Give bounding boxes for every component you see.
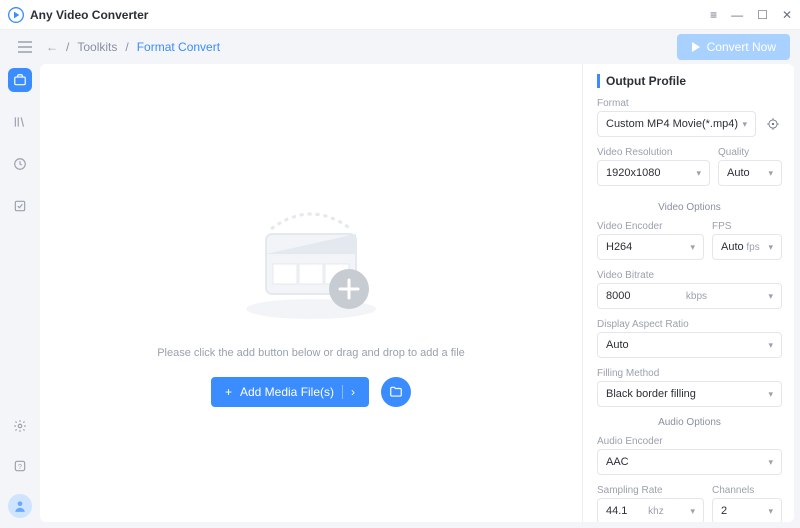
empty-illustration [221, 179, 401, 329]
logo-icon [8, 7, 24, 23]
user-icon [13, 499, 27, 513]
sidebar: ? [0, 64, 40, 528]
chevron-down-icon: ▾ [768, 506, 773, 517]
sidebar-item-toolkit[interactable] [8, 68, 32, 92]
reset-profile-button[interactable] [764, 111, 782, 137]
video-bitrate-label: Video Bitrate [597, 270, 782, 281]
video-encoder-label: Video Encoder [597, 221, 704, 232]
audio-options-title: Audio Options [597, 417, 782, 428]
minimize-icon[interactable]: — [731, 9, 743, 21]
app-title: Any Video Converter [30, 8, 148, 22]
quality-select[interactable]: Auto▾ [718, 160, 782, 186]
channels-label: Channels [712, 485, 782, 496]
output-profile-panel: Output Profile Format Custom MP4 Movie(*… [582, 64, 794, 522]
app-logo: Any Video Converter [8, 7, 148, 23]
play-icon [691, 42, 701, 52]
close-icon[interactable]: ✕ [782, 9, 792, 21]
plus-icon: + [225, 385, 232, 399]
target-icon [766, 117, 780, 131]
chevron-down-icon: ▾ [768, 168, 773, 179]
chevron-down-icon: ▾ [768, 242, 773, 253]
quality-label: Quality [718, 147, 782, 158]
sampling-label: Sampling Rate [597, 485, 704, 496]
sidebar-item-history[interactable] [8, 152, 32, 176]
chevron-down-icon: ▾ [696, 168, 701, 179]
audio-encoder-label: Audio Encoder [597, 436, 782, 447]
chevron-down-icon: ▾ [690, 242, 695, 253]
filling-label: Filling Method [597, 368, 782, 379]
sidebar-item-library[interactable] [8, 110, 32, 134]
video-bitrate-select[interactable]: 8000kbps▾ [597, 283, 782, 309]
chevron-down-icon: ▾ [768, 291, 773, 302]
check-square-icon [13, 199, 27, 213]
drop-area[interactable]: Please click the add button below or dra… [40, 64, 582, 522]
sidebar-item-tasks[interactable] [8, 194, 32, 218]
library-icon [13, 115, 27, 129]
titlebar: Any Video Converter ≡ — ☐ ✕ [0, 0, 800, 30]
fps-select[interactable]: Autofps▾ [712, 234, 782, 260]
fps-label: FPS [712, 221, 782, 232]
gear-icon [13, 419, 27, 433]
resolution-label: Video Resolution [597, 147, 710, 158]
aspect-label: Display Aspect Ratio [597, 319, 782, 330]
chevron-down-icon: ▾ [768, 340, 773, 351]
back-icon[interactable]: ← [46, 40, 58, 54]
add-media-button[interactable]: + Add Media File(s) › [211, 377, 369, 407]
user-avatar[interactable] [8, 494, 32, 518]
format-label: Format [597, 98, 756, 109]
chevron-right-icon: › [342, 385, 355, 399]
filling-select[interactable]: Black border filling▾ [597, 381, 782, 407]
sidebar-item-settings[interactable] [8, 414, 32, 438]
topbar: ← / Toolkits / Format Convert Convert No… [0, 30, 800, 64]
drop-hint: Please click the add button below or dra… [157, 347, 465, 359]
video-encoder-select[interactable]: H264▾ [597, 234, 704, 260]
breadcrumb-root[interactable]: Toolkits [77, 40, 117, 54]
menu-icon[interactable]: ≡ [710, 9, 717, 21]
briefcase-icon [13, 73, 27, 87]
chevron-down-icon: ▾ [742, 119, 747, 130]
main-area: Please click the add button below or dra… [40, 64, 794, 522]
window-controls: ≡ — ☐ ✕ [710, 9, 792, 21]
format-select[interactable]: Custom MP4 Movie(*.mp4) ▾ [597, 111, 756, 137]
add-row: + Add Media File(s) › [211, 377, 411, 407]
hamburger-icon[interactable] [18, 41, 32, 53]
convert-now-button[interactable]: Convert Now [677, 34, 790, 60]
maximize-icon[interactable]: ☐ [757, 9, 768, 21]
audio-encoder-select[interactable]: AAC▾ [597, 449, 782, 475]
folder-icon [389, 385, 403, 399]
help-icon: ? [13, 459, 27, 473]
aspect-select[interactable]: Auto▾ [597, 332, 782, 358]
breadcrumb: ← / Toolkits / Format Convert [46, 40, 220, 54]
svg-text:?: ? [18, 464, 22, 471]
channels-select[interactable]: 2▾ [712, 498, 782, 522]
chevron-down-icon: ▾ [768, 389, 773, 400]
add-folder-button[interactable] [381, 377, 411, 407]
panel-title: Output Profile [597, 74, 782, 88]
chevron-down-icon: ▾ [690, 506, 695, 517]
sidebar-item-help[interactable]: ? [8, 454, 32, 478]
resolution-select[interactable]: 1920x1080▾ [597, 160, 710, 186]
chevron-down-icon: ▾ [768, 457, 773, 468]
breadcrumb-current: Format Convert [137, 40, 220, 54]
video-options-title: Video Options [597, 202, 782, 213]
clock-icon [13, 157, 27, 171]
sampling-select[interactable]: 44.1khz▾ [597, 498, 704, 522]
